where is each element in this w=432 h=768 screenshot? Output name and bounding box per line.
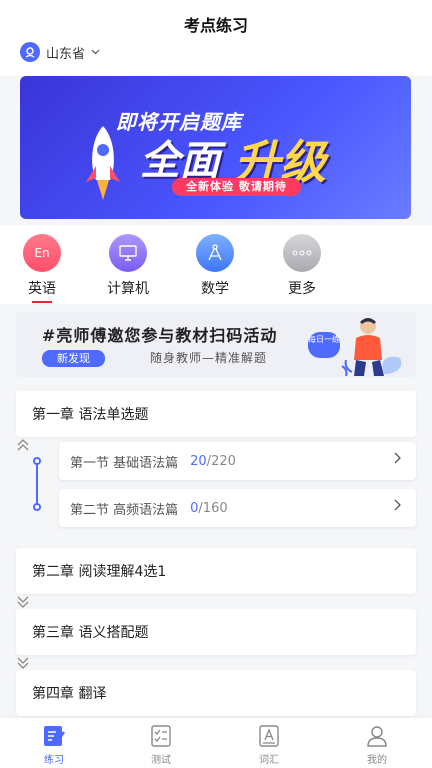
- daily-practice-bubble: 每日一练: [308, 332, 340, 358]
- category-math[interactable]: 数学: [185, 234, 245, 298]
- category-label: 数学: [201, 281, 229, 297]
- chevron-right-icon: [394, 452, 402, 468]
- chapter-2-header[interactable]: 第二章 阅读理解4选1: [16, 548, 416, 608]
- chapter-4-header[interactable]: 第四章 翻译: [16, 670, 416, 730]
- active-underline: [32, 301, 52, 303]
- timeline-dot: [33, 503, 41, 511]
- chapter-3-header[interactable]: 第三章 语义搭配题: [16, 609, 416, 669]
- timeline-dot: [33, 457, 41, 465]
- chevron-right-icon: [394, 499, 402, 515]
- compass-icon: [196, 234, 234, 272]
- category-label: 英语: [28, 281, 56, 297]
- activity-subtitle: 随身教师—精准解题: [150, 351, 268, 365]
- tab-profile[interactable]: 我的: [347, 724, 407, 766]
- bottom-tab-bar: 练习 测试 词汇 我的: [0, 717, 432, 768]
- section-frequent-grammar[interactable]: 第二节 高频语法篇 0/160: [59, 489, 416, 527]
- practice-icon: [42, 724, 66, 748]
- section-basic-grammar[interactable]: 第一节 基础语法篇 20/220: [59, 442, 416, 480]
- chapter-title: 第二章 阅读理解4选1: [32, 564, 167, 580]
- section-title: 第一节 基础语法篇: [70, 455, 179, 471]
- chevron-down-icon: [91, 47, 100, 58]
- category-computer[interactable]: 计算机: [98, 234, 158, 298]
- banner-tag: 全新体验 敬请期待: [172, 178, 301, 196]
- checklist-icon: [149, 724, 173, 748]
- tab-label: 词汇: [259, 755, 279, 766]
- timeline-line: [36, 461, 38, 508]
- category-label: 更多: [288, 281, 316, 297]
- english-icon: En: [23, 234, 61, 272]
- section-progress: 20/220: [190, 453, 236, 469]
- user-icon: [365, 724, 389, 748]
- rocket-icon: [86, 126, 120, 200]
- tab-vocabulary[interactable]: 词汇: [239, 724, 299, 766]
- category-label: 计算机: [107, 281, 149, 297]
- tab-test[interactable]: 测试: [131, 724, 191, 766]
- activity-banner[interactable]: #亮师傅邀您参与教材扫码活动 新发现 随身教师—精准解题 每日一练: [16, 312, 416, 377]
- discover-badge: 新发现: [42, 350, 105, 367]
- activity-headline: #亮师傅邀您参与教材扫码活动: [42, 326, 278, 345]
- promo-banner[interactable]: 即将开启题库 全面 升级 全新体验 敬请期待: [20, 76, 411, 219]
- more-icon: [283, 234, 321, 272]
- category-more[interactable]: 更多: [272, 234, 332, 298]
- section-title: 第二节 高频语法篇: [70, 502, 179, 518]
- page-title: 考点练习: [183, 16, 248, 35]
- tab-label: 我的: [367, 755, 387, 766]
- chapter-title: 第四章 翻译: [32, 686, 107, 702]
- category-english[interactable]: En 英语: [12, 234, 72, 303]
- tab-label: 练习: [44, 755, 64, 766]
- location-icon: [20, 42, 40, 62]
- region-label: 山东省: [46, 46, 86, 62]
- chapter-title: 第三章 语义搭配题: [32, 625, 149, 641]
- category-row: En 英语 计算机 数学 更多: [0, 226, 432, 304]
- chevron-up-icon: [16, 437, 30, 456]
- section-progress: 0/160: [190, 500, 228, 516]
- top-bar: 考点练习 山东省: [0, 0, 432, 76]
- tab-practice[interactable]: 练习: [24, 724, 84, 766]
- teacher-illustration: [341, 318, 402, 376]
- computer-icon: [109, 234, 147, 272]
- chapter-title: 第一章 语法单选题: [32, 407, 149, 423]
- chapter-1-header[interactable]: 第一章 语法单选题: [16, 391, 416, 451]
- vocabulary-icon: [257, 724, 281, 748]
- tab-label: 测试: [151, 755, 171, 766]
- region-selector[interactable]: 山东省: [20, 42, 100, 62]
